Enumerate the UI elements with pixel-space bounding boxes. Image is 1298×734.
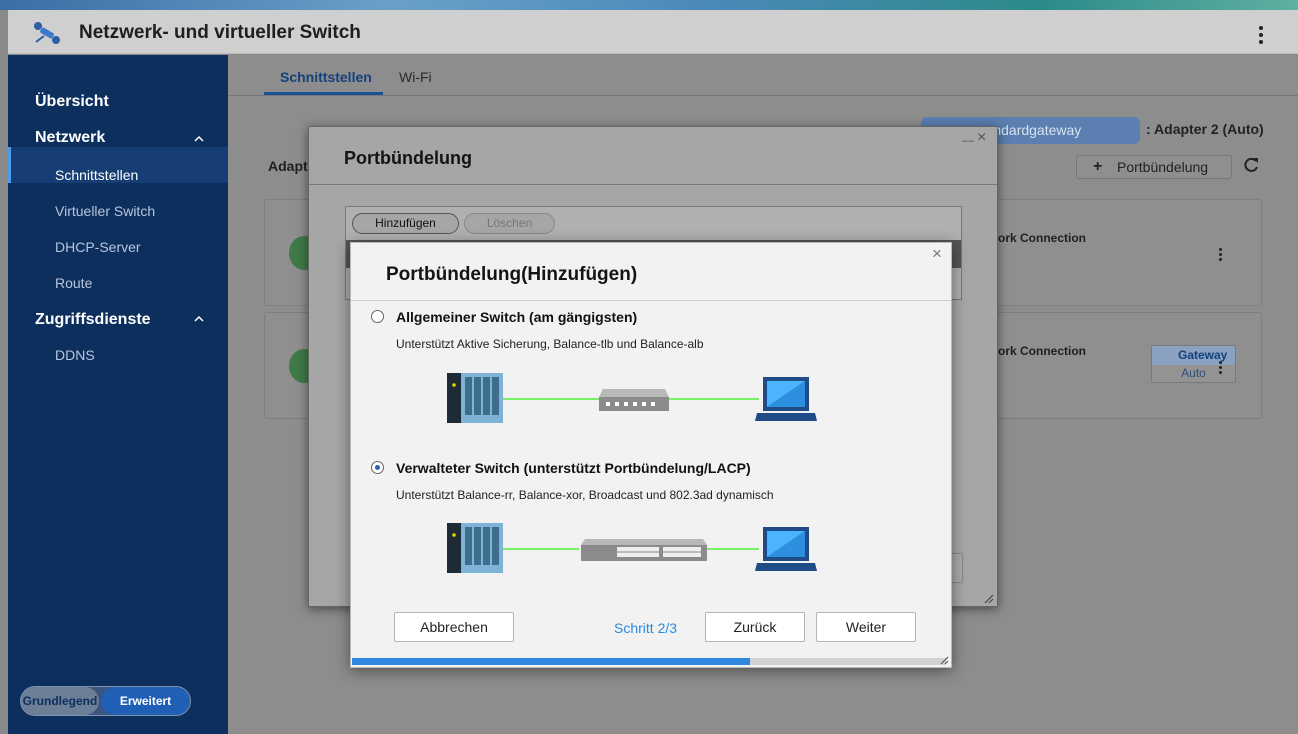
mode-toggle[interactable]: Grundlegend Erweitert (20, 686, 191, 716)
default-gateway-value: : Adapter 2 (Auto) (1146, 121, 1264, 137)
sidebar-item-interfaces[interactable]: Schnittstellen (55, 167, 138, 183)
dialog-header: Portbündelung — × (309, 127, 997, 185)
switch-icon (599, 389, 669, 411)
more-options-icon[interactable] (1219, 248, 1223, 263)
general-switch-diagram (447, 373, 817, 423)
sidebar-item-ddns[interactable]: DDNS (55, 347, 95, 363)
general-switch-title[interactable]: Allgemeiner Switch (am gängigsten) (396, 309, 637, 325)
tab-interfaces[interactable]: Schnittstellen (280, 69, 372, 85)
cancel-button[interactable]: Abbrechen (394, 612, 514, 642)
app-title: Netzwerk- und virtueller Switch (79, 22, 361, 43)
laptop-icon (755, 377, 817, 421)
refresh-icon[interactable] (1242, 156, 1260, 174)
top-gradient-strip (0, 0, 1298, 10)
dialog-title: Portbündelung(Hinzufügen) (386, 264, 638, 285)
sidebar-item-virtual-switch[interactable]: Virtueller Switch (55, 203, 155, 219)
managed-switch-desc: Unterstützt Balance-rr, Balance-xor, Bro… (396, 488, 774, 502)
adapter-connection-name: ork Connection (998, 231, 1087, 245)
more-options-icon[interactable] (1219, 361, 1223, 376)
add-port-trunking-button[interactable]: + Portbündelung (1076, 155, 1232, 179)
managed-switch-diagram (447, 523, 817, 573)
mode-advanced[interactable]: Erweitert (101, 687, 190, 715)
close-icon[interactable]: × (977, 129, 986, 147)
nas-icon (447, 523, 503, 573)
port-trunking-add-dialog: × Portbündelung(Hinzufügen) Allgemeiner … (350, 242, 952, 668)
managed-switch-radio[interactable] (371, 461, 384, 474)
dialog-title: Portbündelung (344, 148, 472, 168)
general-switch-radio[interactable] (371, 310, 384, 323)
more-options-icon[interactable] (1258, 26, 1264, 46)
close-icon[interactable]: × (932, 244, 942, 264)
gateway-badge: Gateway Auto (1151, 345, 1236, 383)
sidebar-section-access-services[interactable]: Zugriffsdienste (35, 311, 151, 329)
chevron-up-icon[interactable] (194, 134, 204, 144)
managed-switch-title[interactable]: Verwalteter Switch (unterstützt Portbünd… (396, 460, 751, 476)
nas-icon (447, 373, 503, 423)
next-button[interactable]: Weiter (816, 612, 916, 642)
tab-wifi[interactable]: Wi-Fi (399, 69, 432, 85)
title-bar: Netzwerk- und virtueller Switch (8, 10, 1298, 54)
wizard-progress-fill (352, 658, 750, 665)
sidebar: Übersicht Netzwerk Schnittstellen Virtue… (8, 55, 228, 734)
network-switch-icon (34, 22, 60, 44)
wizard-progress-bar (352, 658, 946, 665)
sidebar-item-dhcp-server[interactable]: DHCP-Server (55, 239, 141, 255)
chevron-up-icon[interactable] (194, 314, 204, 324)
step-indicator: Schritt 2/3 (614, 620, 678, 636)
adapter-connection-name: ork Connection (998, 344, 1087, 358)
add-button[interactable]: Hinzufügen (352, 213, 459, 234)
tab-active-indicator (264, 92, 383, 95)
mode-basic[interactable]: Grundlegend (21, 687, 99, 715)
managed-switch-icon (581, 539, 707, 561)
adapter-heading: Adapt (268, 158, 308, 174)
plus-icon: + (1093, 158, 1103, 175)
sidebar-section-overview[interactable]: Übersicht (35, 93, 109, 111)
minimize-icon[interactable]: — (962, 133, 974, 147)
back-button[interactable]: Zurück (705, 612, 805, 642)
tab-bar: Schnittstellen Wi-Fi (228, 55, 1298, 96)
resize-handle-icon[interactable] (940, 656, 949, 665)
divider (351, 300, 951, 301)
laptop-icon (755, 527, 817, 571)
delete-button[interactable]: Löschen (464, 213, 555, 234)
sidebar-section-network[interactable]: Netzwerk (35, 129, 105, 147)
sidebar-item-route[interactable]: Route (55, 275, 92, 291)
resize-handle-icon[interactable] (984, 594, 994, 604)
general-switch-desc: Unterstützt Aktive Sicherung, Balance-tl… (396, 337, 704, 351)
add-port-trunking-label: Portbündelung (1117, 159, 1209, 175)
